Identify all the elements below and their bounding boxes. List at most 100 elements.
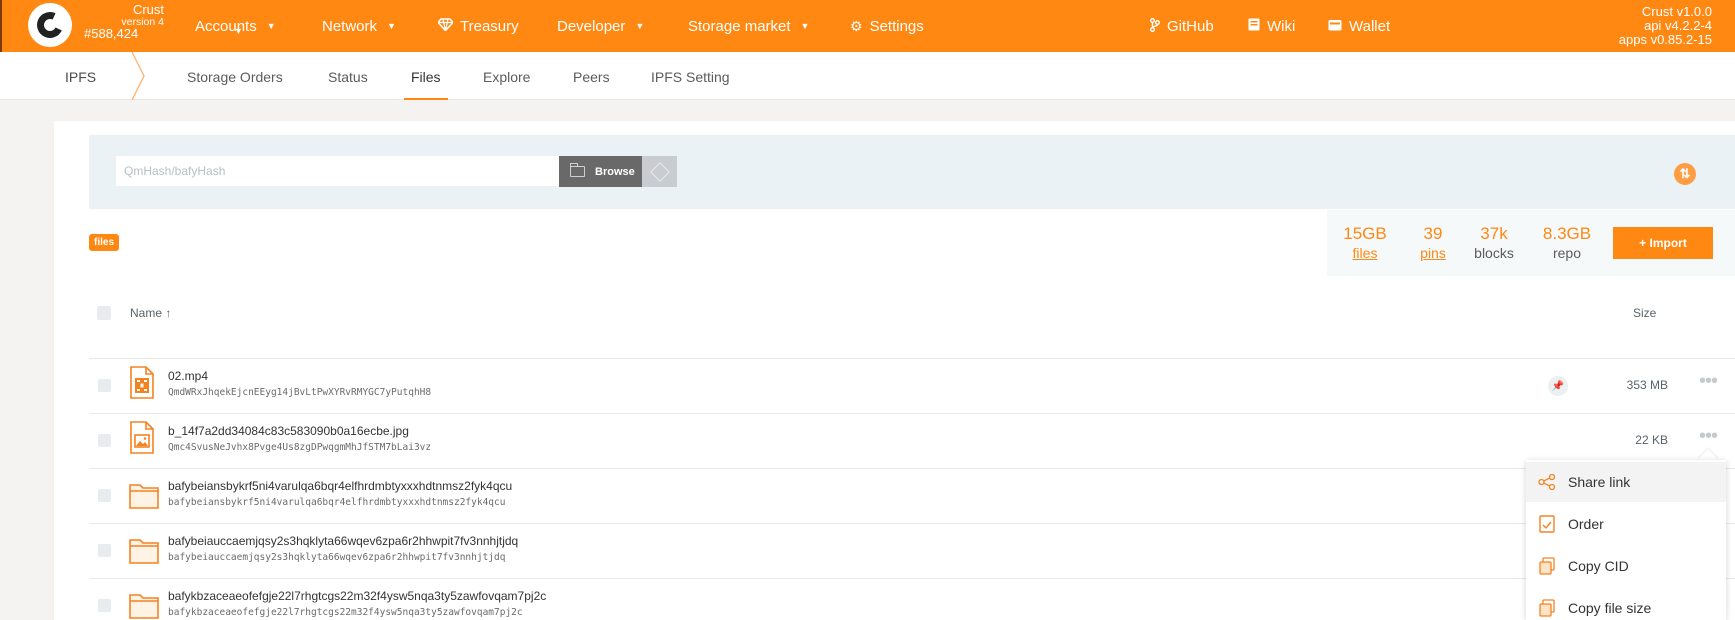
- gem-icon: [436, 18, 455, 34]
- file-name[interactable]: bafykbzaceaeofefgje22l7rhgtcgs22m32f4ysw…: [168, 589, 546, 603]
- stat-value: 37k: [1480, 224, 1508, 243]
- menu-item-order[interactable]: Order: [1526, 504, 1726, 544]
- breadcrumb-files-tag[interactable]: files: [89, 234, 120, 251]
- row-checkbox[interactable]: [98, 489, 111, 502]
- row-checkbox[interactable]: [98, 379, 111, 392]
- menu-item-copy-file-size[interactable]: Copy file size: [1526, 588, 1726, 620]
- file-size: 22 KB: [1635, 433, 1668, 447]
- nav-label: Accounts: [195, 17, 257, 35]
- file-size: 353 MB: [1626, 378, 1668, 392]
- stat-value: 8.3GB: [1542, 224, 1592, 243]
- tab-status[interactable]: Status: [328, 69, 368, 85]
- gears-icon: ⚙: [850, 17, 863, 34]
- link-label: Wiki: [1267, 17, 1296, 35]
- tab-files[interactable]: Files: [404, 69, 448, 100]
- file-name[interactable]: 02.mp4: [168, 369, 208, 383]
- link-github[interactable]: GitHub: [1150, 0, 1224, 52]
- sync-arrows-icon: ⇅: [1679, 166, 1691, 181]
- tab-peers[interactable]: Peers: [573, 69, 610, 85]
- nav-treasury[interactable]: Treasury: [436, 0, 529, 52]
- window-edge: [0, 0, 2, 52]
- sync-button[interactable]: ⇅: [1674, 163, 1696, 185]
- table-row[interactable]: bafybeiauccaemjqsy2s3hqklyta66wqev6zpa6r…: [89, 523, 1735, 578]
- file-name[interactable]: bafybeiansbykrf5ni4varulqa6bqr4elfhrdmbt…: [168, 479, 512, 493]
- menu-item-label: Order: [1568, 516, 1604, 532]
- copy-icon: [1538, 599, 1556, 617]
- menu-item-share-link[interactable]: Share link: [1526, 462, 1726, 502]
- table-row[interactable]: bafybeiansbykrf5ni4varulqa6bqr4elfhrdmbt…: [89, 468, 1735, 523]
- file-cid: Qmc4SvusNeJvhx8Pvge4Us8zgDPwqgmMhJfSTM7b…: [168, 442, 432, 453]
- menu-item-label: Share link: [1568, 474, 1631, 490]
- stat-value: 15GB: [1343, 224, 1387, 243]
- apps-version: apps v0.85.2-15: [1618, 32, 1712, 47]
- table-row[interactable]: bafykbzaceaeofefgje22l7rhgtcgs22m32f4ysw…: [89, 578, 1735, 620]
- file-name[interactable]: b_14f7a2dd34084c83c583090b0a16ecbe.jpg: [168, 424, 409, 438]
- cube-icon: [649, 161, 670, 182]
- row-checkbox[interactable]: [98, 544, 111, 557]
- nav-accounts[interactable]: Accounts ▼: [195, 0, 276, 52]
- link-wiki[interactable]: Wiki: [1248, 0, 1305, 52]
- stat-blocks: 37k blocks: [1464, 224, 1524, 261]
- nav-storage-market[interactable]: Storage market ▼: [688, 0, 809, 52]
- share-icon: [1538, 473, 1556, 491]
- nav-developer[interactable]: Developer ▼: [557, 0, 644, 52]
- more-options-icon[interactable]: •••: [1699, 371, 1718, 391]
- nav-settings[interactable]: ⚙ Settings: [850, 0, 934, 52]
- column-header-size[interactable]: Size: [1633, 306, 1656, 320]
- stat-repo: 8.3GB repo: [1534, 224, 1600, 261]
- table-row[interactable]: 02.mp4 QmdWRxJhqekEjcnEEyg14jBvLtPwXYRvR…: [89, 358, 1735, 413]
- folder-icon: [569, 163, 585, 177]
- pin-icon[interactable]: 📌: [1548, 376, 1568, 396]
- select-all-checkbox[interactable]: [97, 306, 111, 320]
- chain-name: Crust: [132, 2, 164, 17]
- wallet-icon: [1328, 18, 1342, 34]
- folder-icon: [129, 539, 159, 564]
- hash-search-input[interactable]: [116, 156, 560, 186]
- chevron-down-icon: ▼: [387, 21, 396, 31]
- folder-icon: [129, 594, 159, 619]
- chevron-down-icon: ▼: [266, 21, 276, 31]
- link-wallet[interactable]: Wallet: [1328, 0, 1400, 52]
- menu-item-copy-cid[interactable]: Copy CID: [1526, 546, 1726, 586]
- video-file-icon: [130, 366, 154, 399]
- nav-label: Storage market: [688, 17, 791, 35]
- tab-storage-orders[interactable]: Storage Orders: [187, 69, 283, 85]
- api-version: api v4.2.2-4: [1644, 18, 1712, 33]
- ipfs-cube-button[interactable]: [642, 156, 677, 187]
- sub-nav: IPFS Storage Orders Status Files Explore…: [0, 52, 1735, 100]
- row-checkbox[interactable]: [98, 599, 111, 612]
- version-info: Crust v1.0.0 api v4.2.2-4 apps v0.85.2-1…: [1619, 5, 1712, 47]
- more-options-icon[interactable]: •••: [1699, 426, 1718, 446]
- file-name[interactable]: bafybeiauccaemjqsy2s3hqklyta66wqev6zpa6r…: [168, 534, 518, 548]
- menu-item-label: Copy CID: [1568, 558, 1629, 574]
- nav-label: Network: [322, 17, 378, 35]
- menu-item-label: Copy file size: [1568, 600, 1652, 616]
- row-checkbox[interactable]: [98, 434, 111, 447]
- table-row[interactable]: b_14f7a2dd34084c83c583090b0a16ecbe.jpg Q…: [89, 413, 1735, 468]
- tab-explore[interactable]: Explore: [483, 69, 530, 85]
- chevron-down-icon: ▼: [635, 21, 645, 31]
- image-file-icon: [130, 421, 154, 454]
- block-number: #588,424: [84, 26, 139, 41]
- stat-label[interactable]: files: [1340, 245, 1390, 261]
- code-branch-icon: [1150, 17, 1160, 35]
- browse-button[interactable]: Browse: [559, 156, 642, 187]
- stat-value: 39: [1423, 224, 1443, 243]
- file-cid: bafykbzaceaeofefgje22l7rhgtcgs22m32f4ysw…: [168, 607, 523, 618]
- stat-files[interactable]: 15GB files: [1340, 224, 1390, 261]
- section-title: IPFS: [65, 69, 97, 85]
- crust-logo[interactable]: [28, 3, 72, 47]
- import-button[interactable]: + Import: [1613, 227, 1713, 259]
- nav-network[interactable]: Network ▼: [322, 0, 396, 52]
- chevron-down-icon: ▼: [800, 21, 810, 31]
- link-label: Wallet: [1349, 17, 1391, 35]
- order-icon: [1538, 515, 1556, 533]
- file-cid: bafybeiansbykrf5ni4varulqa6bqr4elfhrdmbt…: [168, 497, 506, 508]
- tab-ipfs-setting[interactable]: IPFS Setting: [651, 69, 730, 85]
- file-cid: QmdWRxJhqekEjcnEEyg14jBvLtPwXYRvRMYGC7yP…: [168, 387, 432, 398]
- stat-label[interactable]: pins: [1413, 245, 1453, 261]
- column-header-name[interactable]: Name ↑: [130, 306, 171, 320]
- stat-pins[interactable]: 39 pins: [1413, 224, 1453, 261]
- chain-info[interactable]: Crust version 4 #588,424 ▼: [84, 2, 243, 41]
- top-bar: Crust version 4 #588,424 ▼ Accounts ▼ Net…: [0, 0, 1735, 52]
